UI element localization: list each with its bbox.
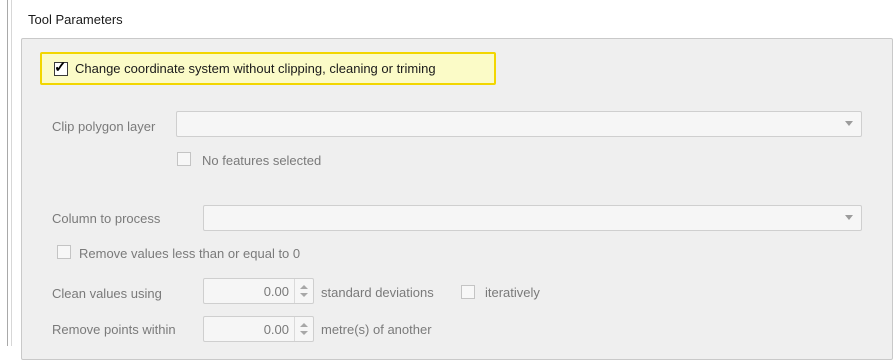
frame-left-border [7, 0, 8, 346]
remove-points-value: 0.00 [263, 322, 289, 337]
metres-of-another-label: metre(s) of another [321, 322, 432, 337]
standard-deviations-label: standard deviations [321, 285, 434, 300]
change-coordinate-system-option[interactable]: ✓ Change coordinate system without clipp… [40, 52, 496, 85]
clip-polygon-layer-label: Clip polygon layer [52, 119, 156, 134]
change-coordinate-system-checkbox[interactable]: ✓ [54, 59, 68, 76]
spin-up-icon[interactable] [300, 285, 308, 289]
clean-values-label: Clean values using [52, 286, 162, 301]
remove-points-stepper[interactable] [294, 317, 313, 341]
no-features-selected-label: No features selected [202, 153, 322, 168]
no-features-selected-checkbox[interactable] [177, 152, 191, 166]
chevron-down-icon [845, 215, 853, 220]
iteratively-label: iteratively [485, 285, 540, 300]
iteratively-checkbox[interactable] [461, 285, 475, 299]
tool-parameters-panel [21, 38, 893, 360]
chevron-down-icon [845, 121, 853, 126]
column-to-process-label: Column to process [52, 211, 161, 226]
column-to-process-dropdown[interactable] [203, 205, 862, 231]
remove-points-spinbox[interactable]: 0.00 [203, 316, 314, 342]
remove-values-checkbox[interactable] [57, 245, 71, 259]
frame-left-border-inner [11, 0, 12, 346]
change-coordinate-system-label: Change coordinate system without clippin… [75, 61, 436, 76]
group-title: Tool Parameters [28, 12, 123, 27]
spin-down-icon[interactable] [300, 293, 308, 297]
checkmark-icon: ✓ [54, 59, 67, 76]
clean-values-spinbox[interactable]: 0.00 [203, 278, 314, 304]
clean-values-stepper[interactable] [294, 279, 313, 303]
spin-down-icon[interactable] [300, 331, 308, 335]
remove-values-label: Remove values less than or equal to 0 [79, 246, 301, 261]
spin-up-icon[interactable] [300, 323, 308, 327]
clean-values-value: 0.00 [263, 284, 289, 299]
remove-points-label: Remove points within [52, 322, 176, 337]
clip-polygon-layer-dropdown[interactable] [176, 111, 862, 137]
